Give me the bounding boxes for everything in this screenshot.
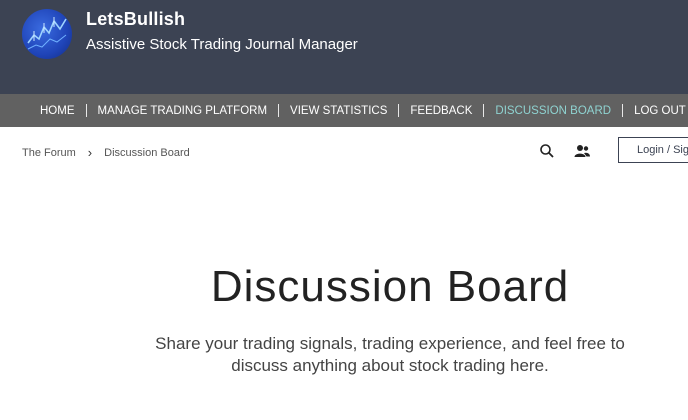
page-subtitle-line: Share your trading signals, trading expe… (155, 334, 625, 353)
page-title: Discussion Board (210, 262, 570, 311)
nav-item-view-statistics[interactable]: VIEW STATISTICS (290, 105, 387, 117)
page-subtitle-line: discuss anything about stock trading her… (231, 356, 549, 375)
search-icon[interactable] (538, 142, 556, 160)
brand-name[interactable]: LetsBullish (86, 9, 185, 30)
nav-divider (398, 104, 400, 117)
nav-item-home[interactable]: HOME (40, 105, 75, 117)
breadcrumb-current: Discussion Board (104, 146, 190, 159)
chevron-right-icon: › (87, 145, 93, 160)
nav-item-manage-trading-platform[interactable]: MANAGE TRADING PLATFORM (98, 105, 268, 117)
nav-item-feedback[interactable]: FEEDBACK (410, 105, 472, 117)
nav-item-discussion-board[interactable]: DISCUSSION BOARD (495, 105, 611, 117)
nav-item-log-out[interactable]: LOG OUT (634, 105, 686, 117)
brand-tagline: Assistive Stock Trading Journal Manager (86, 36, 358, 53)
breadcrumb: The Forum › Discussion Board (22, 145, 190, 160)
nav-divider (622, 104, 624, 117)
nav-divider (85, 104, 87, 117)
login-signup-button[interactable]: Login / Sign up (618, 137, 688, 163)
nav-divider (278, 104, 280, 117)
page-subtitle: Share your trading signals, trading expe… (0, 333, 688, 377)
chart-logo-icon[interactable] (22, 9, 72, 59)
main-nav: HOME MANAGE TRADING PLATFORM VIEW STATIS… (0, 94, 688, 127)
nav-list: HOME MANAGE TRADING PLATFORM VIEW STATIS… (0, 94, 686, 127)
members-icon[interactable] (573, 142, 591, 160)
breadcrumb-forum-link[interactable]: The Forum (22, 147, 76, 159)
nav-divider (483, 104, 485, 117)
site-header: LetsBullish Assistive Stock Trading Jour… (0, 0, 688, 94)
